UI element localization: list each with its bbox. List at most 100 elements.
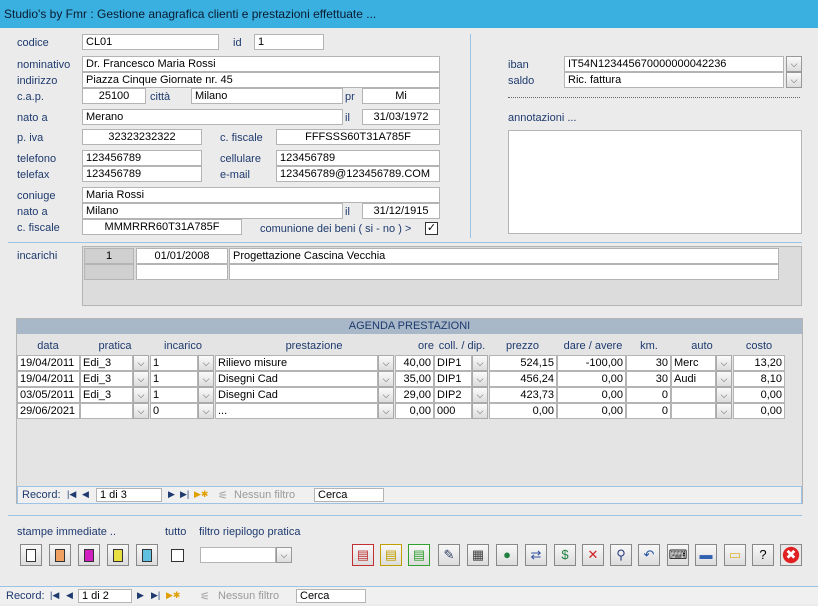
coniuge-nascita-field[interactable]: 31/12/1915 [362, 203, 440, 219]
agenda-cell-km[interactable]: 0 [626, 387, 671, 403]
agenda-cell-km[interactable]: 0 [626, 403, 671, 419]
agenda-cell-auto[interactable]: Audi [671, 371, 716, 387]
agenda-cell-pratica[interactable] [80, 403, 133, 419]
agenda-cell-coll[interactable]: DIP1 [434, 355, 472, 371]
incarico-new-date[interactable] [136, 264, 228, 280]
cfiscale-field[interactable]: FFFSSS60T31A785F [276, 129, 440, 145]
agenda-cell-ore[interactable]: 35,00 [395, 371, 434, 387]
agenda-cell-incarico[interactable]: 1 [150, 371, 198, 387]
agenda-cell-km[interactable]: 30 [626, 371, 671, 387]
main-prev-record-icon[interactable]: ◀ [66, 590, 73, 601]
iban-dropdown-icon[interactable]: ⌵ [786, 56, 802, 72]
cap-field[interactable]: 25100 [82, 88, 146, 104]
nominativo-field[interactable]: Dr. Francesco Maria Rossi [82, 56, 440, 72]
agenda-cell-data[interactable]: 29/06/2021 [17, 403, 80, 419]
chevron-down-icon[interactable]: ⌵ [198, 355, 214, 371]
agenda-cell-data[interactable]: 19/04/2011 [17, 355, 80, 371]
main-filter-icon[interactable]: ⚟ [200, 590, 210, 603]
agenda-cell-ore[interactable]: 29,00 [395, 387, 434, 403]
main-next-record-icon[interactable]: ▶ [137, 590, 144, 601]
id-field[interactable]: 1 [254, 34, 324, 50]
prev-record-icon[interactable]: ◀ [82, 489, 89, 500]
chevron-down-icon[interactable]: ⌵ [378, 403, 394, 419]
chevron-down-icon[interactable]: ⌵ [472, 403, 488, 419]
print-preview-1-icon[interactable] [20, 544, 42, 566]
search-icon[interactable]: ⚲ [610, 544, 632, 566]
agenda-cell-incarico[interactable]: 1 [150, 355, 198, 371]
chevron-down-icon[interactable]: ⌵ [198, 371, 214, 387]
print-preview-2-icon[interactable] [49, 544, 71, 566]
agenda-cell-incarico[interactable]: 0 [150, 403, 198, 419]
transfer-icon[interactable]: ⇄ [525, 544, 547, 566]
agenda-cell-auto[interactable]: Merc [671, 355, 716, 371]
agenda-cell-data[interactable]: 03/05/2011 [17, 387, 80, 403]
chevron-down-icon[interactable]: ⌵ [472, 355, 488, 371]
chevron-down-icon[interactable]: ⌵ [133, 387, 149, 403]
agenda-cell-prestazione[interactable]: ... [215, 403, 378, 419]
calculator-icon[interactable]: ▦ [467, 544, 489, 566]
agenda-cell-incarico[interactable]: 1 [150, 387, 198, 403]
agenda-cell-prezzo[interactable]: 0,00 [489, 403, 557, 419]
coniuge-cf-field[interactable]: MMMRRR60T31A785F [82, 219, 242, 235]
cellulare-field[interactable]: 123456789 [276, 150, 440, 166]
agenda-cell-coll[interactable]: DIP2 [434, 387, 472, 403]
agenda-cell-costo[interactable]: 0,00 [733, 387, 785, 403]
agenda-cell-prestazione[interactable]: Disegni Cad [215, 387, 378, 403]
agenda-cell-pratica[interactable]: Edi_3 [80, 387, 133, 403]
report-yellow-icon[interactable]: ▤ [380, 544, 402, 566]
chevron-down-icon[interactable]: ⌵ [472, 371, 488, 387]
indirizzo-field[interactable]: Piazza Cinque Giornate nr. 45 [82, 72, 440, 88]
agenda-cell-dare[interactable]: 0,00 [557, 403, 626, 419]
chevron-down-icon[interactable]: ⌵ [716, 355, 732, 371]
help-icon[interactable]: ? [752, 544, 774, 566]
incarico-date[interactable]: 01/01/2008 [136, 248, 228, 264]
money-icon[interactable]: $ [554, 544, 576, 566]
main-first-record-icon[interactable]: |◀ [50, 590, 59, 601]
main-filter-status[interactable]: Nessun filtro [218, 590, 279, 602]
chevron-down-icon[interactable]: ⌵ [716, 371, 732, 387]
agenda-cell-auto[interactable] [671, 403, 716, 419]
chevron-down-icon[interactable]: ⌵ [378, 355, 394, 371]
print-preview-3-icon[interactable] [78, 544, 100, 566]
agenda-cell-pratica[interactable]: Edi_3 [80, 355, 133, 371]
piva-field[interactable]: 32323232322 [82, 129, 202, 145]
agenda-cell-prestazione[interactable]: Rilievo misure [215, 355, 378, 371]
agenda-filter-status[interactable]: Nessun filtro [234, 489, 295, 501]
agenda-cell-pratica[interactable]: Edi_3 [80, 371, 133, 387]
telefax-field[interactable]: 123456789 [82, 166, 202, 182]
nato-a-field[interactable]: Merano [82, 109, 343, 125]
agenda-cell-auto[interactable] [671, 387, 716, 403]
agenda-cell-prezzo[interactable]: 524,15 [489, 355, 557, 371]
incarico-desc[interactable]: Progettazione Cascina Vecchia [229, 248, 779, 264]
agenda-cell-dare[interactable]: -100,00 [557, 355, 626, 371]
agenda-cell-prezzo[interactable]: 456,24 [489, 371, 557, 387]
first-record-icon[interactable]: |◀ [67, 489, 76, 500]
agenda-cell-prestazione[interactable]: Disegni Cad [215, 371, 378, 387]
main-new-record-icon[interactable]: ▶✱ [166, 590, 180, 601]
report-red-icon[interactable]: ▤ [352, 544, 374, 566]
folder-icon[interactable]: ▭ [724, 544, 746, 566]
incarico-new-num[interactable] [84, 264, 134, 280]
saldo-dropdown-icon[interactable]: ⌵ [786, 72, 802, 88]
coniuge-nato-a-field[interactable]: Milano [82, 203, 343, 219]
agenda-cell-dare[interactable]: 0,00 [557, 371, 626, 387]
agenda-cell-km[interactable]: 30 [626, 355, 671, 371]
agenda-cell-costo[interactable]: 0,00 [733, 403, 785, 419]
agenda-position-field[interactable]: 1 di 3 [96, 488, 162, 502]
main-position-field[interactable]: 1 di 2 [78, 589, 132, 603]
filtro-dropdown-icon[interactable]: ⌵ [276, 547, 292, 563]
saldo-field[interactable]: Ric. fattura [564, 72, 784, 88]
agenda-cell-costo[interactable]: 13,20 [733, 355, 785, 371]
agenda-search-field[interactable]: Cerca [314, 488, 384, 502]
chevron-down-icon[interactable]: ⌵ [472, 387, 488, 403]
chevron-down-icon[interactable]: ⌵ [716, 387, 732, 403]
agenda-cell-ore[interactable]: 40,00 [395, 355, 434, 371]
comunione-checkbox[interactable]: ✓ [425, 222, 438, 235]
delete-x-icon[interactable]: ✕ [582, 544, 604, 566]
chevron-down-icon[interactable]: ⌵ [716, 403, 732, 419]
chevron-down-icon[interactable]: ⌵ [198, 387, 214, 403]
incarico-num[interactable]: 1 [84, 248, 134, 264]
chevron-down-icon[interactable]: ⌵ [133, 371, 149, 387]
chevron-down-icon[interactable]: ⌵ [378, 387, 394, 403]
tutto-checkbox[interactable] [171, 549, 184, 562]
